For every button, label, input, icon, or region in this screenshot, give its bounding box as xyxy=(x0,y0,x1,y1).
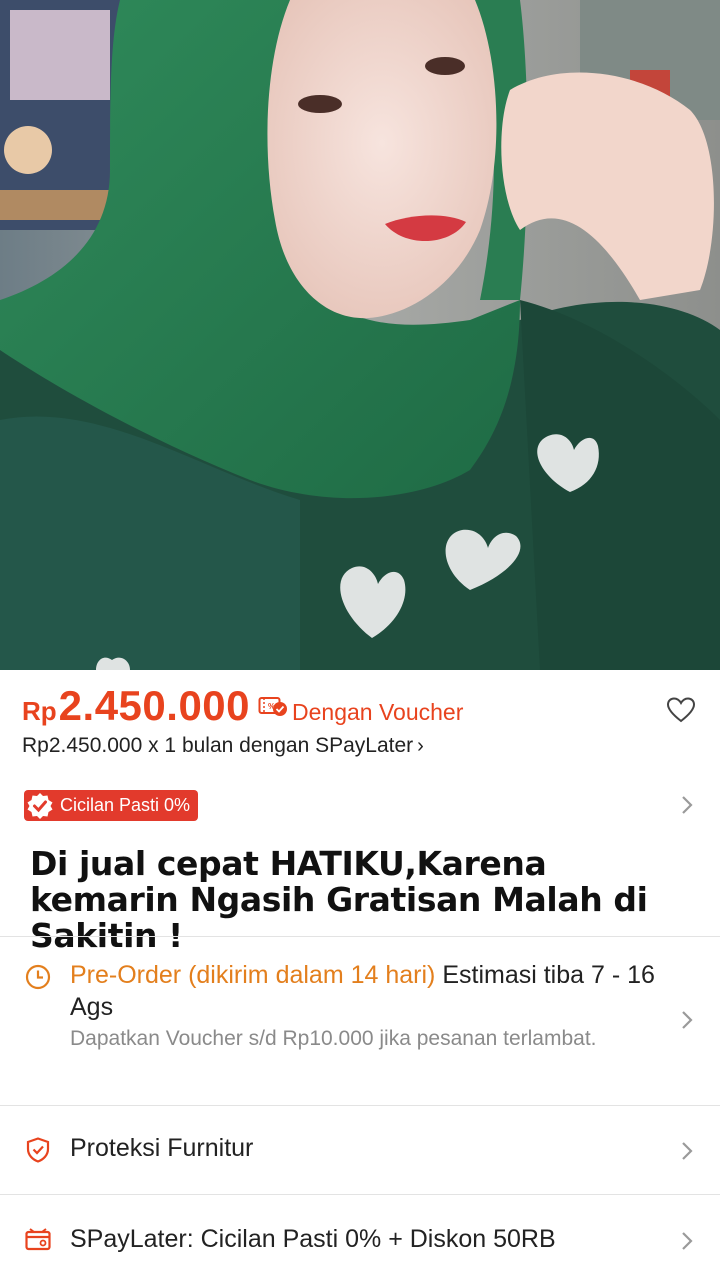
badge-label: Cicilan Pasti 0% xyxy=(60,795,191,815)
voucher-icon: % xyxy=(258,697,288,716)
preorder-text: Pre-Order (dikirim dalam 14 hari) Estima… xyxy=(70,959,680,1023)
protection-label: Proteksi Furnitur xyxy=(70,1134,254,1162)
late-voucher-note: Dapatkan Voucher s/d Rp10.000 jika pesan… xyxy=(70,1027,597,1050)
voucher-label[interactable]: Dengan Voucher xyxy=(292,699,463,726)
product-image[interactable] xyxy=(0,0,720,670)
spaylater-promo-row[interactable]: SPayLater: Cicilan Pasti 0% + Diskon 50R… xyxy=(0,1195,720,1280)
product-photo-illustration xyxy=(0,0,720,670)
spaylater-promo-label: SPayLater: Cicilan Pasti 0% + Diskon 50R… xyxy=(70,1225,556,1253)
chevron-right-icon: › xyxy=(417,735,424,757)
preorder-label: Pre-Order (dikirim dalam 14 hari) xyxy=(70,961,436,989)
check-badge-icon xyxy=(27,792,53,819)
price-row: Rp 2.450.000 % Dengan Voucher xyxy=(22,682,463,730)
price-currency: Rp xyxy=(22,696,57,726)
chevron-right-icon xyxy=(682,1011,693,1029)
paylater-text: Rp2.450.000 x 1 bulan dengan SPayLater xyxy=(22,734,414,757)
clock-icon xyxy=(25,964,51,990)
chevron-right-icon xyxy=(682,1142,693,1160)
shipping-info-row[interactable]: Pre-Order (dikirim dalam 14 hari) Estima… xyxy=(0,937,720,1105)
paylater-installment-link[interactable]: Rp2.450.000 x 1 bulan dengan SPayLater › xyxy=(22,734,424,758)
paylater-card-icon xyxy=(25,1228,51,1251)
price-amount: 2.450.000 xyxy=(58,682,251,729)
protection-row[interactable]: Proteksi Furnitur xyxy=(0,1106,720,1194)
chevron-right-icon xyxy=(682,1232,693,1250)
installment-badge[interactable]: Cicilan Pasti 0% xyxy=(24,790,199,821)
shield-check-icon xyxy=(26,1137,50,1163)
chevron-right-icon[interactable] xyxy=(676,790,698,820)
favorite-heart-icon[interactable] xyxy=(666,696,696,724)
